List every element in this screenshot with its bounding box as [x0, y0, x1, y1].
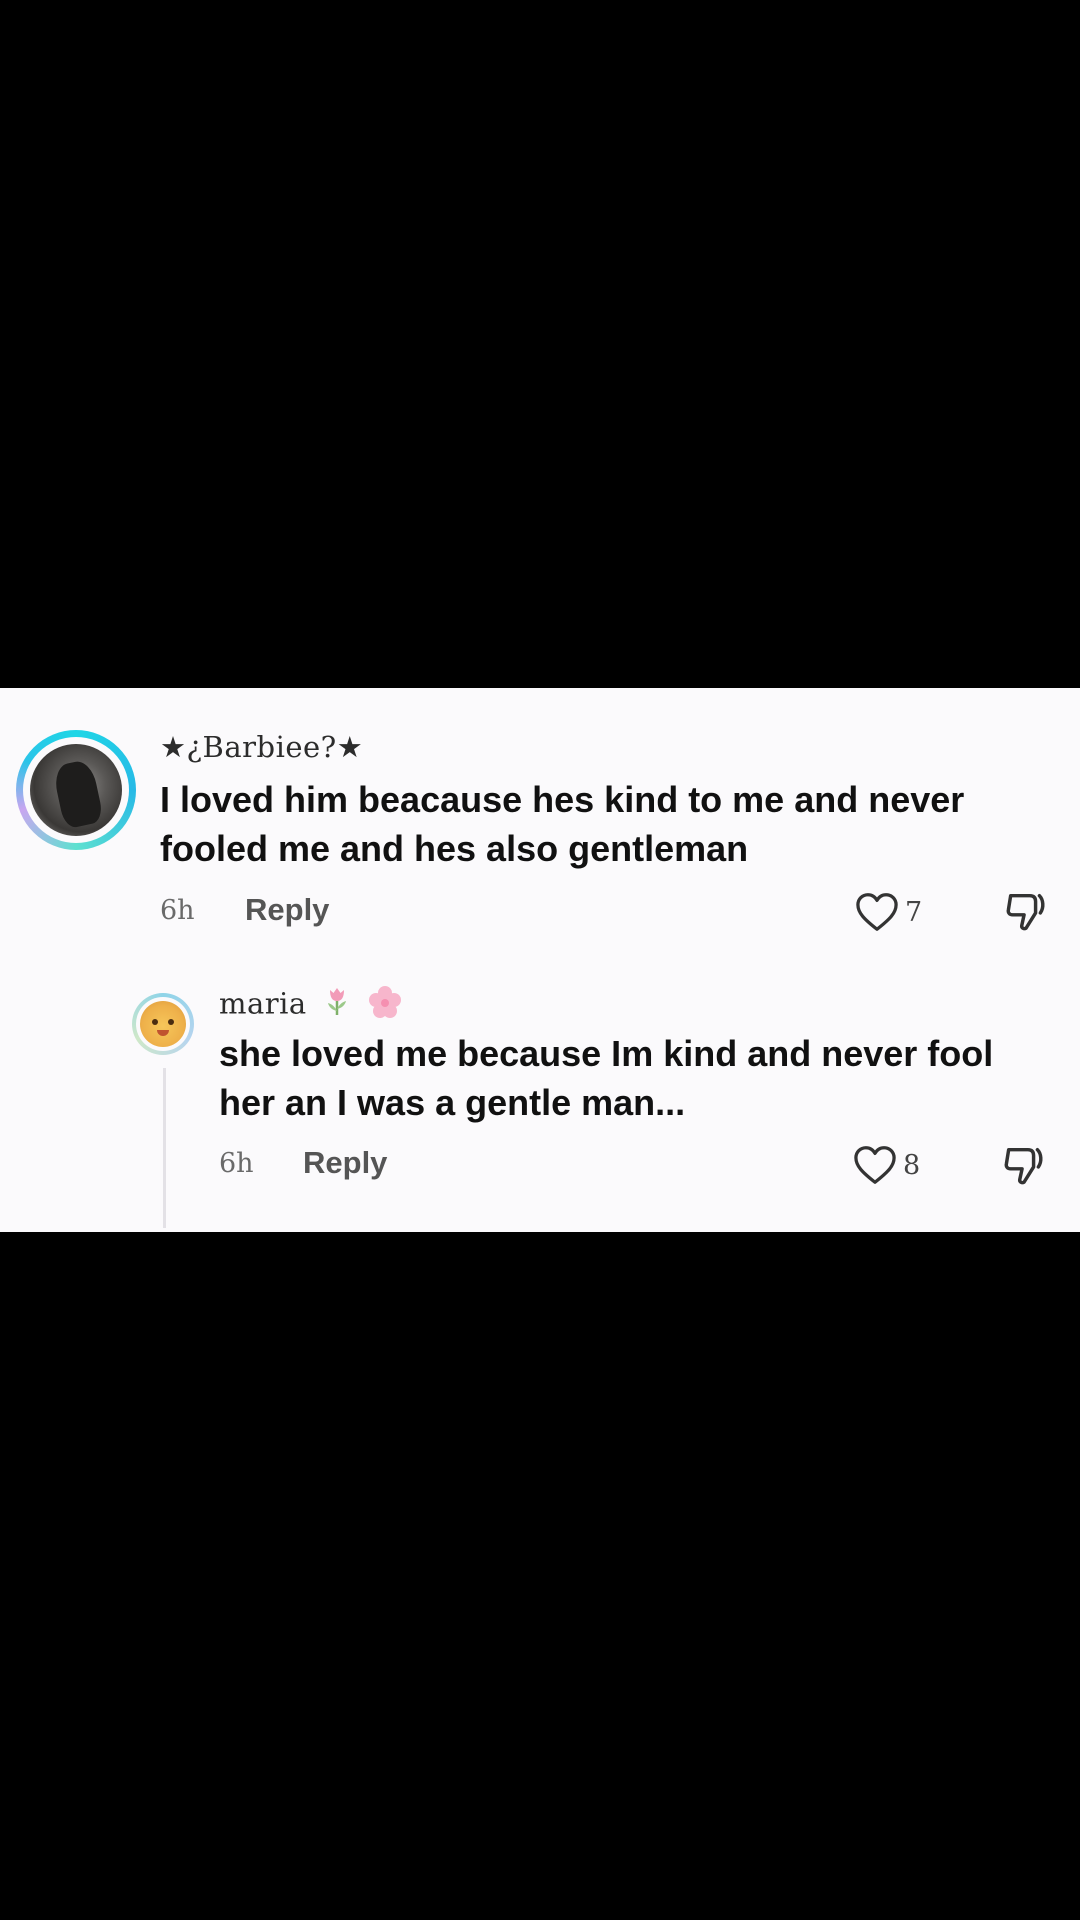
video-frame: ★¿Barbiee?★ I loved him beacause hes kin…	[0, 0, 1080, 1920]
heart-outline-icon	[854, 1146, 896, 1184]
reply-text-line-2: her an I was a gentle man...	[219, 1082, 686, 1123]
emoji-face-avatar-icon	[140, 1001, 186, 1047]
avatar-eye-right	[168, 1019, 174, 1025]
avatar-photo	[30, 744, 122, 836]
reply-reply-button[interactable]: Reply	[303, 1145, 387, 1181]
reply-text-line-1: she loved me because Im kind and never f…	[219, 1033, 994, 1074]
thumbs-down-icon	[1006, 893, 1045, 931]
commenter-avatar[interactable]	[16, 730, 136, 850]
avatar-figure	[51, 758, 105, 830]
like-count: 7	[905, 896, 923, 928]
comment-panel: ★¿Barbiee?★ I loved him beacause hes kin…	[0, 688, 1080, 1232]
reply-button[interactable]: Reply	[245, 892, 329, 928]
thread-line	[163, 1068, 166, 1228]
reply-avatar[interactable]	[132, 993, 194, 1055]
avatar-eye-left	[152, 1019, 158, 1025]
like-button[interactable]: 7	[855, 892, 922, 932]
reply-timestamp: 6h	[219, 1148, 254, 1179]
cherry-blossom-emoji-icon	[368, 985, 402, 1026]
tulip-emoji-icon	[322, 985, 352, 1026]
reply-dislike-button[interactable]	[1001, 1142, 1047, 1193]
reply-like-button[interactable]: 8	[853, 1145, 920, 1185]
heart-outline-icon	[856, 893, 898, 931]
comment-timestamp: 6h	[160, 895, 195, 926]
reply-username[interactable]: maria	[219, 987, 307, 1021]
comment-text-line-2: fooled me and hes also gentleman	[160, 828, 749, 869]
reply-like-count: 8	[903, 1149, 921, 1181]
thumbs-down-icon	[1004, 1147, 1043, 1185]
comment-username[interactable]: ★¿Barbiee?★	[160, 730, 363, 764]
dislike-button[interactable]	[1003, 888, 1049, 939]
reply-username-group[interactable]: maria	[219, 985, 402, 1026]
avatar-mouth	[157, 1030, 169, 1036]
comment-text-line-1: I loved him beacause hes kind to me and …	[160, 779, 965, 820]
